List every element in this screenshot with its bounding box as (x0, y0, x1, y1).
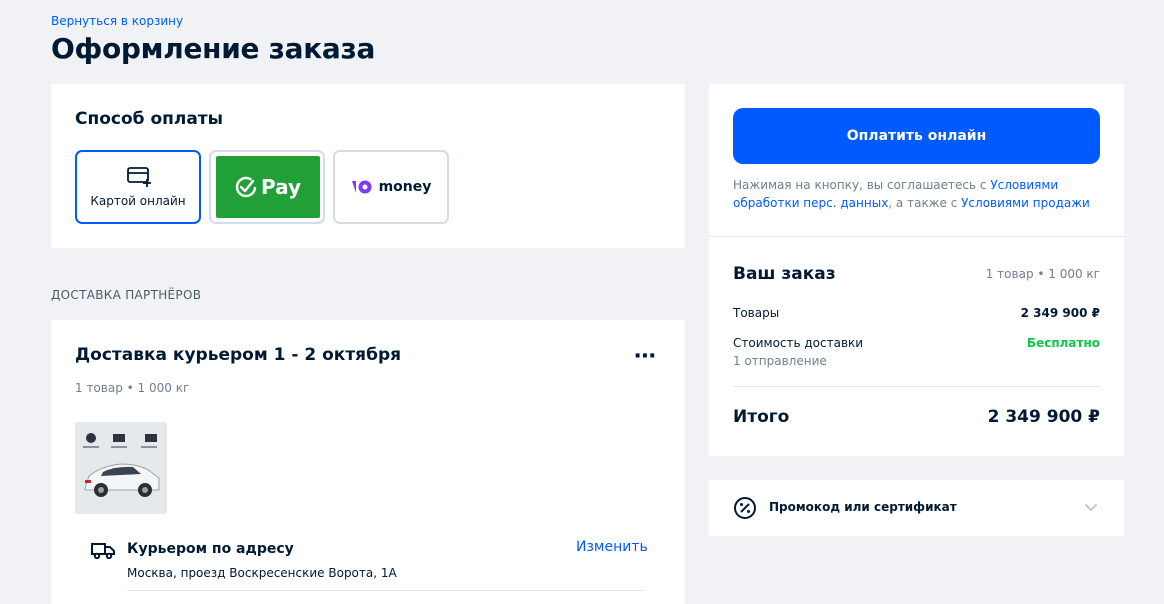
divider (127, 590, 645, 591)
payment-method-title: Способ оплаты (75, 109, 224, 129)
back-to-cart-link[interactable]: Вернуться в корзину (51, 14, 183, 28)
product-thumbnail[interactable] (75, 422, 167, 514)
sberpay-option[interactable]: Pay (209, 150, 325, 224)
card-plus-icon (127, 167, 151, 187)
goods-value: 2 349 900 ₽ (1020, 306, 1100, 320)
promo-code-toggle[interactable]: Промокод или сертификат (709, 480, 1124, 536)
agreement-text: Нажимая на кнопку, вы соглашаетесь с Усл… (733, 176, 1103, 212)
order-meta: 1 товар • 1 000 кг (985, 267, 1100, 281)
more-dots-icon[interactable]: ⋯ (633, 346, 657, 368)
delivery-title: Доставка курьером 1 - 2 октября (75, 345, 402, 365)
delivery-card: Доставка курьером 1 - 2 октября ⋯ 1 това… (51, 320, 685, 604)
sberpay-label: Pay (260, 175, 302, 199)
pay-by-card-option[interactable]: Картой онлайн (75, 150, 201, 224)
agreement-text-part: Нажимая на кнопку, вы соглашаетесь с (733, 178, 991, 192)
divider (709, 236, 1124, 237)
delivery-cost-label: Стоимость доставки (733, 336, 864, 350)
your-order-title: Ваш заказ (733, 264, 836, 284)
percent-badge-icon (734, 497, 756, 519)
change-address-link[interactable]: Изменить (576, 539, 648, 555)
agreement-text-part: , а также с (888, 196, 962, 210)
promo-code-label: Промокод или сертификат (769, 500, 957, 514)
divider (733, 386, 1100, 387)
truck-icon (91, 543, 115, 559)
courier-delivery-title: Курьером по адресу (127, 541, 294, 557)
order-summary-card: Оплатить онлайн Нажимая на кнопку, вы со… (709, 84, 1124, 456)
sale-terms-link[interactable]: Условиями продажи (961, 196, 1090, 210)
yoomoney-label: money (378, 179, 432, 195)
pay-by-card-label: Картой онлайн (90, 194, 186, 208)
pay-online-button[interactable]: Оплатить онлайн (733, 108, 1100, 164)
chevron-down-icon (1085, 504, 1097, 511)
yoomoney-option[interactable]: money (333, 150, 449, 224)
page-title: Оформление заказа (51, 32, 376, 65)
goods-label: Товары (733, 306, 780, 320)
shipments-count: 1 отправление (733, 354, 827, 368)
payment-method-card: Способ оплаты Картой онлайн Pay money (51, 84, 685, 248)
partner-delivery-label: ДОСТАВКА ПАРТНЁРОВ (51, 288, 202, 302)
yoo-icon (351, 180, 372, 194)
delivery-cost-value: Бесплатно (1026, 336, 1100, 350)
sber-check-icon (235, 176, 257, 198)
total-label: Итого (733, 407, 790, 427)
delivery-subtitle: 1 товар • 1 000 кг (75, 381, 190, 395)
delivery-address: Москва, проезд Воскресенские Ворота, 1А (127, 566, 397, 580)
total-value: 2 349 900 ₽ (987, 407, 1100, 427)
